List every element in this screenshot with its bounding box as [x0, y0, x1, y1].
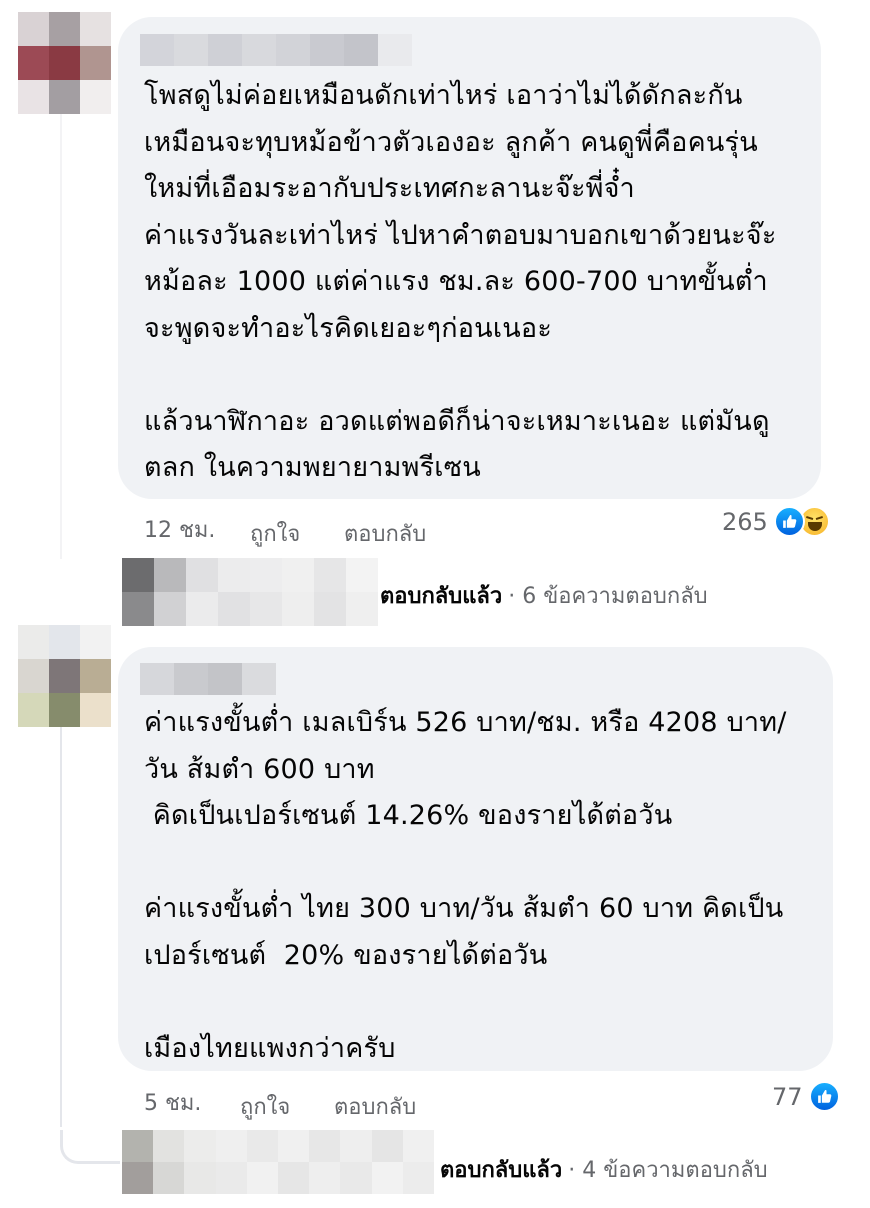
reply-button[interactable]: ตอบกลับ — [344, 516, 426, 551]
reply-button[interactable]: ตอบกลับ — [334, 1089, 416, 1124]
comment-timestamp[interactable]: 5 ชม. — [144, 1085, 201, 1120]
thread-line — [60, 727, 62, 1127]
view-replies-link[interactable]: ตอบกลับแล้ว · 6 ข้อความตอบกลับ — [380, 578, 708, 613]
reaction-summary[interactable]: 265 — [722, 506, 830, 537]
reaction-count: 265 — [722, 507, 768, 536]
avatar-commenter-1[interactable] — [18, 12, 111, 114]
like-reaction-icon — [808, 1081, 840, 1112]
replies-count: · 4 ข้อความตอบกลับ — [568, 1158, 768, 1183]
comment-text: ค่าแรงขั้นต่ำ เมลเบิร์น 526 บาท/ชม. หรือ… — [144, 707, 787, 1064]
view-replies-link[interactable]: ตอบกลับแล้ว · 4 ข้อความตอบกลับ — [440, 1152, 768, 1187]
like-reaction-icon — [773, 506, 805, 537]
replies-label: ตอบกลับแล้ว — [440, 1158, 563, 1183]
replies-label: ตอบกลับแล้ว — [380, 584, 503, 609]
commenter-name-blurred[interactable] — [140, 663, 276, 695]
avatar-commenter-2[interactable] — [18, 625, 111, 727]
replies-count: · 6 ข้อความตอบกลับ — [508, 584, 708, 609]
reply-avatars-blurred[interactable] — [122, 1130, 434, 1194]
reaction-count: 77 — [772, 1082, 803, 1111]
reply-avatars-blurred[interactable] — [122, 558, 378, 626]
like-button[interactable]: ถูกใจ — [250, 516, 300, 551]
thread-connector — [60, 1130, 120, 1164]
comment-timestamp[interactable]: 12 ชม. — [144, 512, 215, 547]
comment-text: โพสดูไม่ค่อยเหมือนดักเท่าไหร่ เอาว่าไม่ไ… — [144, 80, 777, 483]
reaction-summary[interactable]: 77 — [772, 1081, 840, 1112]
thread-line — [60, 114, 62, 559]
like-button[interactable]: ถูกใจ — [240, 1089, 290, 1124]
commenter-name-blurred[interactable] — [140, 34, 412, 66]
